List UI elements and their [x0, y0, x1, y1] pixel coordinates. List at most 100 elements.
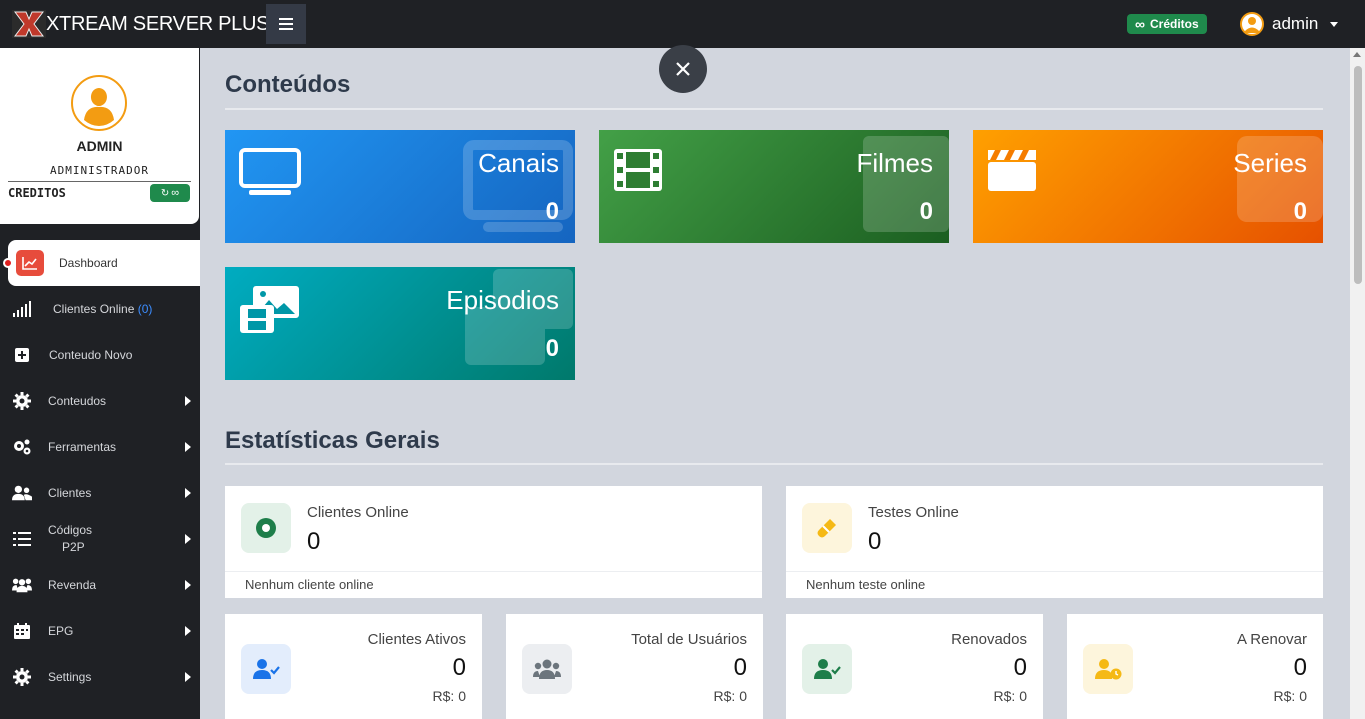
gear-icon: [12, 391, 32, 411]
user-check-icon: [241, 644, 291, 694]
sidebar-item-label: Revenda: [48, 578, 97, 592]
credits-badge-label: Créditos: [1149, 17, 1199, 31]
scroll-up-arrow-icon[interactable]: [1353, 52, 1361, 57]
images-icon: [240, 286, 299, 333]
sidebar-item-label: Dashboard: [59, 256, 118, 270]
close-icon: [676, 62, 690, 76]
stat-label: A Renovar: [1236, 631, 1307, 648]
stat-card-a-renovar: A Renovar 0 R$: 0: [1067, 614, 1323, 719]
chevron-right-icon: [185, 488, 191, 498]
stat-card-clientes-ativos: Clientes Ativos 0 R$: 0: [225, 614, 482, 719]
main-content: Conteúdos Canais 0 Filmes 0 Series 0 Epi…: [200, 48, 1350, 719]
tile-episodios[interactable]: Episodios 0: [225, 267, 575, 380]
section-title-estatisticas: Estatísticas Gerais: [225, 427, 440, 454]
credits-badge[interactable]: ∞ Créditos: [1127, 14, 1207, 34]
hamburger-icon: [279, 18, 293, 30]
section-title-conteudos: Conteúdos: [225, 71, 351, 98]
stat-card-clientes-online: Clientes Online 0 Nenhum cliente online: [225, 486, 762, 598]
stat-money: R$: 0: [432, 688, 466, 704]
sidebar-item-label: Conteudos: [48, 394, 107, 408]
stat-footer: Nenhum cliente online: [245, 577, 374, 592]
sidebar-item-clientes-online[interactable]: Clientes Online (0): [0, 286, 200, 332]
stat-label: Renovados: [951, 631, 1027, 648]
chevron-right-icon: [185, 672, 191, 682]
divider: [786, 571, 1323, 572]
sidebar-item-codigos-p2p[interactable]: Códigos P2P: [0, 516, 200, 562]
brand-logo-icon: [12, 10, 46, 38]
tile-label: Episodios: [446, 285, 559, 315]
menu-toggle-button[interactable]: [266, 4, 306, 44]
stat-card-renovados: Renovados 0 R$: 0: [786, 614, 1043, 719]
tile-value: 0: [1293, 198, 1307, 225]
user-check-icon: [802, 644, 852, 694]
user-avatar-icon: [1240, 12, 1264, 36]
tile-canais[interactable]: Canais 0: [225, 130, 575, 243]
sidebar-item-label: Conteudo Novo: [49, 348, 133, 362]
stat-label: Clientes Online: [307, 504, 409, 521]
stat-value: 0: [1013, 654, 1027, 681]
plus-square-icon: [12, 345, 32, 365]
stat-label: Testes Online: [868, 504, 959, 521]
count-badge: (0): [137, 302, 153, 316]
sidebar-item-conteudo-novo[interactable]: Conteudo Novo: [0, 332, 200, 378]
profile-credits-badge: ↻ ∞: [150, 184, 190, 202]
infinity-icon: ∞: [1135, 16, 1145, 32]
sidebar-item-clientes[interactable]: Clientes: [0, 470, 200, 516]
tile-label: Series: [1233, 148, 1307, 178]
divider: [225, 571, 762, 572]
chevron-right-icon: [185, 442, 191, 452]
tile-label: Canais: [478, 148, 559, 178]
stat-money: R$: 0: [1273, 688, 1307, 704]
user-menu[interactable]: admin: [1240, 12, 1339, 36]
clapperboard-icon: [988, 150, 1036, 191]
divider: [225, 108, 1323, 110]
brand-title: XTREAM SERVER PLUS+: [46, 13, 281, 35]
sidebar-item-dashboard[interactable]: Dashboard: [8, 240, 200, 286]
sidebar-item-epg[interactable]: EPG: [0, 608, 200, 654]
tile-value: 0: [545, 335, 559, 362]
chevron-right-icon: [185, 626, 191, 636]
sidebar-item-label: Settings: [48, 670, 92, 684]
online-dot-icon: [241, 503, 291, 553]
film-icon: [614, 149, 662, 191]
sidebar-item-settings[interactable]: Settings: [0, 654, 200, 700]
sidebar-item-label: EPG: [48, 624, 74, 638]
sidebar-item-conteudos[interactable]: Conteudos: [0, 378, 200, 424]
tv-icon: [239, 148, 301, 195]
scrollbar[interactable]: [1350, 48, 1365, 719]
tile-label: Filmes: [856, 148, 933, 178]
sidebar-item-label: Códigos: [48, 523, 93, 537]
profile-credits-value: ∞: [171, 187, 180, 199]
test-tube-icon: [802, 503, 852, 553]
tile-filmes[interactable]: Filmes 0: [599, 130, 949, 243]
users-icon: [12, 483, 32, 503]
stat-label: Total de Usuários: [631, 631, 747, 648]
chevron-down-icon: [1330, 21, 1339, 27]
close-button[interactable]: [659, 45, 707, 93]
stat-label: Clientes Ativos: [367, 631, 466, 648]
chart-line-icon: [16, 250, 44, 276]
sidebar-item-label: Clientes: [48, 486, 92, 500]
sidebar-item-label: Clientes Online (0): [53, 302, 152, 316]
chevron-right-icon: [185, 580, 191, 590]
chevron-right-icon: [185, 396, 191, 406]
brand[interactable]: XTREAM SERVER PLUS+: [12, 10, 281, 38]
stat-value: 0: [868, 528, 882, 555]
profile-role: ADMINISTRADOR: [49, 164, 150, 177]
calendar-icon: [12, 621, 32, 641]
tile-series[interactable]: Series 0: [973, 130, 1323, 243]
sidebar-item-ferramentas[interactable]: Ferramentas: [0, 424, 200, 470]
scroll-thumb[interactable]: [1354, 66, 1362, 284]
sidebar-item-revenda[interactable]: Revenda: [0, 562, 200, 608]
list-icon: [12, 529, 32, 549]
sidebar-item-sublabel: P2P: [62, 540, 85, 554]
refresh-icon: ↻: [160, 187, 170, 199]
gears-icon: [12, 437, 32, 457]
profile-name: ADMIN: [76, 138, 123, 154]
user-clock-icon: [1083, 644, 1133, 694]
stat-value: 0: [1293, 654, 1307, 681]
users-icon: [522, 644, 572, 694]
top-navbar: XTREAM SERVER PLUS+ ∞ Créditos admin: [0, 0, 1365, 48]
gear-icon: [12, 667, 32, 687]
stat-value: 0: [452, 654, 466, 681]
